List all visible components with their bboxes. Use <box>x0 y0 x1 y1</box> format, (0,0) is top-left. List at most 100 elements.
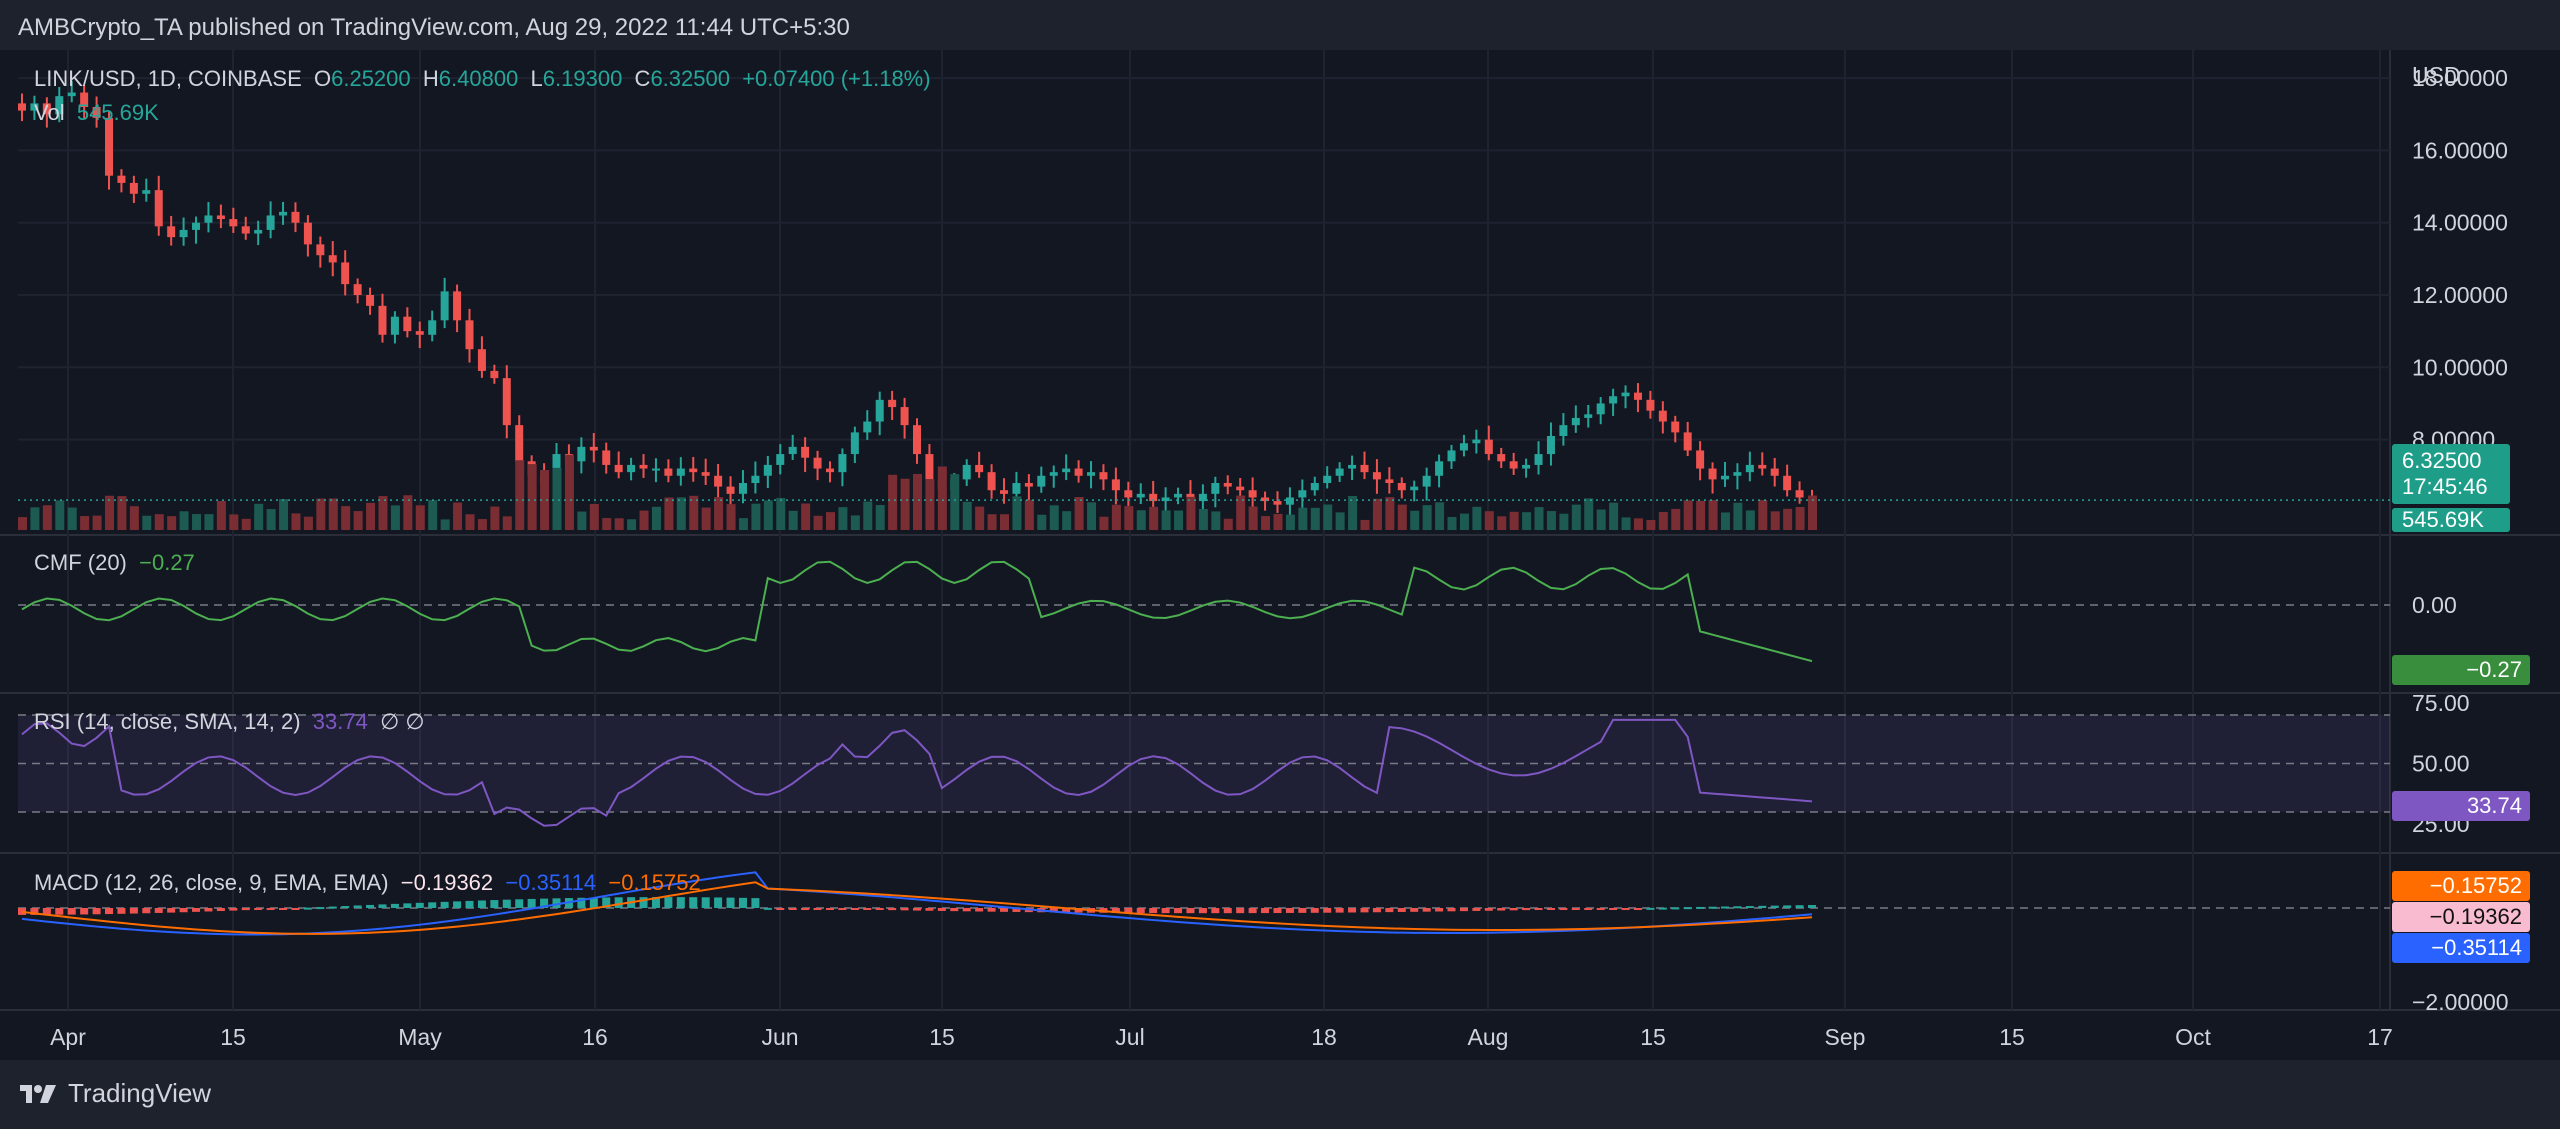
rsi-tag: 33.74 <box>2392 791 2530 821</box>
candle-body <box>1708 468 1717 480</box>
volume-bar <box>254 503 264 530</box>
rsi-legend: RSI (14, close, SMA, 14, 2) 33.74 ∅ ∅ <box>34 709 425 735</box>
macd-histogram-bar <box>341 906 350 909</box>
volume-bar <box>813 515 823 530</box>
macd-histogram-bar <box>1646 907 1655 910</box>
footer-brand[interactable]: TradingView <box>18 1078 211 1109</box>
candle-body <box>154 190 163 227</box>
rsi-value: 33.74 <box>312 709 368 734</box>
candle-body <box>1472 439 1481 444</box>
candle-body <box>863 421 872 433</box>
time-axis-label: Apr <box>50 1024 86 1050</box>
candle-body <box>142 190 151 194</box>
candle-body <box>875 399 884 422</box>
volume-bar <box>1273 513 1283 530</box>
macd-histogram-bar <box>378 904 387 908</box>
volume-bar <box>1733 502 1743 530</box>
macd-histogram-bar <box>1360 908 1369 913</box>
candle-body <box>328 255 337 263</box>
volume-bar <box>1472 506 1482 530</box>
candle-body <box>838 454 847 473</box>
volume-bar <box>1310 507 1320 530</box>
macd-histogram-bar <box>1596 908 1605 910</box>
macd-histogram-bar <box>863 908 872 910</box>
macd-histogram-bar <box>105 908 114 915</box>
volume-bar <box>1795 507 1805 530</box>
candle-body <box>1310 483 1319 491</box>
candle-body <box>266 215 275 230</box>
candle-body <box>279 211 288 216</box>
volume-bar <box>1783 508 1793 530</box>
volume-bar <box>279 499 289 530</box>
macd-histogram-bar <box>1683 907 1692 910</box>
macd-histogram-bar <box>1459 908 1468 912</box>
macd-histogram-bar <box>1310 908 1319 913</box>
macd-histogram-bar <box>204 908 213 912</box>
volume-bar <box>229 514 239 530</box>
macd-histogram-bar <box>987 908 996 912</box>
candle-body <box>602 450 611 465</box>
volume-tag: 545.69K <box>2392 508 2510 532</box>
candle-body <box>1174 493 1183 498</box>
volume-bar <box>1124 506 1134 530</box>
macd-histogram-bar <box>1658 907 1667 910</box>
volume-bar <box>55 500 65 530</box>
candle-body <box>1024 483 1033 487</box>
candle-body <box>129 182 138 194</box>
macd-histogram-bar <box>279 908 288 910</box>
macd-histogram-bar <box>440 901 449 908</box>
volume-bar <box>888 474 898 530</box>
candle-body <box>975 464 984 473</box>
volume-bar <box>1248 506 1258 530</box>
macd-histogram-bar <box>192 908 201 912</box>
macd-histogram-bar <box>142 908 151 914</box>
candle-body <box>105 117 114 176</box>
macd-histogram-bar <box>1000 908 1009 912</box>
macd-histogram-bar <box>1472 908 1481 911</box>
candle-body <box>1422 475 1431 487</box>
volume-bar <box>80 516 90 530</box>
candle-body <box>67 92 76 97</box>
volume-bar <box>838 507 848 530</box>
volume-legend: Vol 545.69K <box>34 100 159 126</box>
volume-bar <box>1584 498 1594 530</box>
open-value: 6.25200 <box>331 66 411 91</box>
volume-bar <box>403 495 413 530</box>
volume-bar <box>1596 509 1606 530</box>
change-value: +0.07400 (+1.18%) <box>742 66 931 91</box>
time-axis-label: Jun <box>761 1024 798 1050</box>
candle-body <box>1621 392 1630 397</box>
volume-bar <box>1223 518 1233 530</box>
macd-histogram-bar <box>1397 908 1406 912</box>
macd-histogram-bar <box>676 897 685 908</box>
candle-body <box>440 291 449 321</box>
candle-body <box>913 425 921 455</box>
volume-bar <box>639 510 649 530</box>
candle-body <box>738 483 747 494</box>
candle-body <box>962 464 971 480</box>
chart-canvas[interactable]: Apr 15 May 16 Jun 15 Jul 18 Aug 15 Sep 15 Oct 1718.00… <box>0 0 2560 1129</box>
macd-histogram-bar <box>465 900 474 908</box>
current-price: 6.32500 <box>2402 448 2482 473</box>
macd-histogram-bar <box>254 908 263 910</box>
rsi-tick-label: 75.00 <box>2412 690 2470 716</box>
candle-body <box>1459 443 1468 451</box>
candle-body <box>900 407 909 426</box>
volume-bar <box>216 501 226 530</box>
volume-bar <box>142 515 152 530</box>
macd-histogram-bar <box>477 900 486 908</box>
rsi-label: RSI (14, close, SMA, 14, 2) <box>34 709 301 734</box>
volume-bar <box>788 510 798 530</box>
macd-histogram-bar <box>1671 907 1680 910</box>
macd-histogram-bar <box>850 908 859 910</box>
candle-body <box>1323 475 1332 483</box>
candle-body <box>614 464 623 473</box>
volume-bar <box>676 497 686 530</box>
volume-bar <box>577 511 587 530</box>
macd-histogram-bar <box>1236 908 1245 914</box>
candle-body <box>378 305 387 335</box>
volume-bar <box>117 496 127 530</box>
candle-body <box>490 370 499 379</box>
macd-histogram-bar <box>216 908 225 912</box>
macd-histogram-bar <box>1248 908 1257 914</box>
